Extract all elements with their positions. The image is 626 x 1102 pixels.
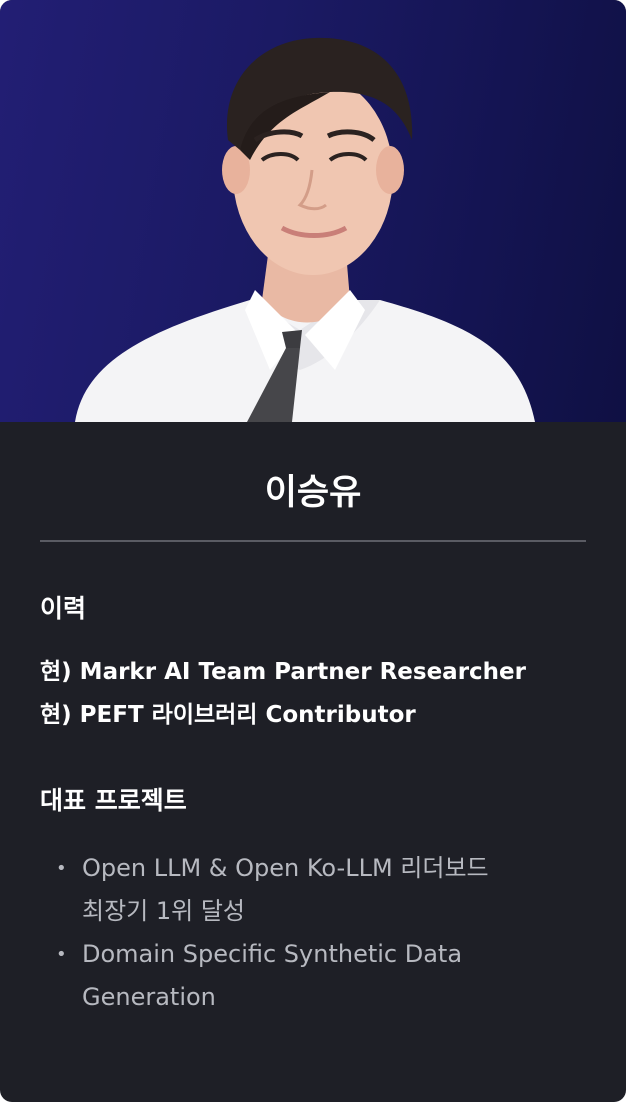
career-item: 현) Markr AI Team Partner Researcher — [40, 659, 527, 685]
profile-info: 이승유 이력 현) Markr AI Team Partner Research… — [0, 422, 626, 1102]
project-list: • Open LLM & Open Ko-LLM 리더보드 최장기 1위 달성 … — [54, 847, 574, 1019]
project-item: • Open LLM & Open Ko-LLM 리더보드 최장기 1위 달성 — [54, 847, 574, 933]
projects-section-title: 대표 프로젝트 — [40, 786, 187, 815]
project-item-line: Generation — [82, 983, 216, 1011]
profile-card: 이승유 이력 현) Markr AI Team Partner Research… — [0, 0, 626, 1102]
divider — [40, 540, 586, 542]
bullet-icon: • — [56, 858, 67, 879]
project-item-line: 최장기 1위 달성 — [82, 897, 246, 925]
profile-name: 이승유 — [264, 473, 362, 513]
person-portrait-image — [75, 37, 535, 422]
project-item-line: Open LLM & Open Ko-LLM 리더보드 — [82, 854, 489, 882]
career-section-title: 이력 — [40, 594, 87, 623]
profile-photo — [0, 0, 626, 422]
project-item-line: Domain Specific Synthetic Data — [82, 940, 463, 968]
bullet-icon: • — [56, 944, 67, 965]
career-item: 현) PEFT 라이브러리 Contributor — [40, 702, 416, 728]
project-item: • Domain Specific Synthetic Data Generat… — [54, 933, 574, 1019]
